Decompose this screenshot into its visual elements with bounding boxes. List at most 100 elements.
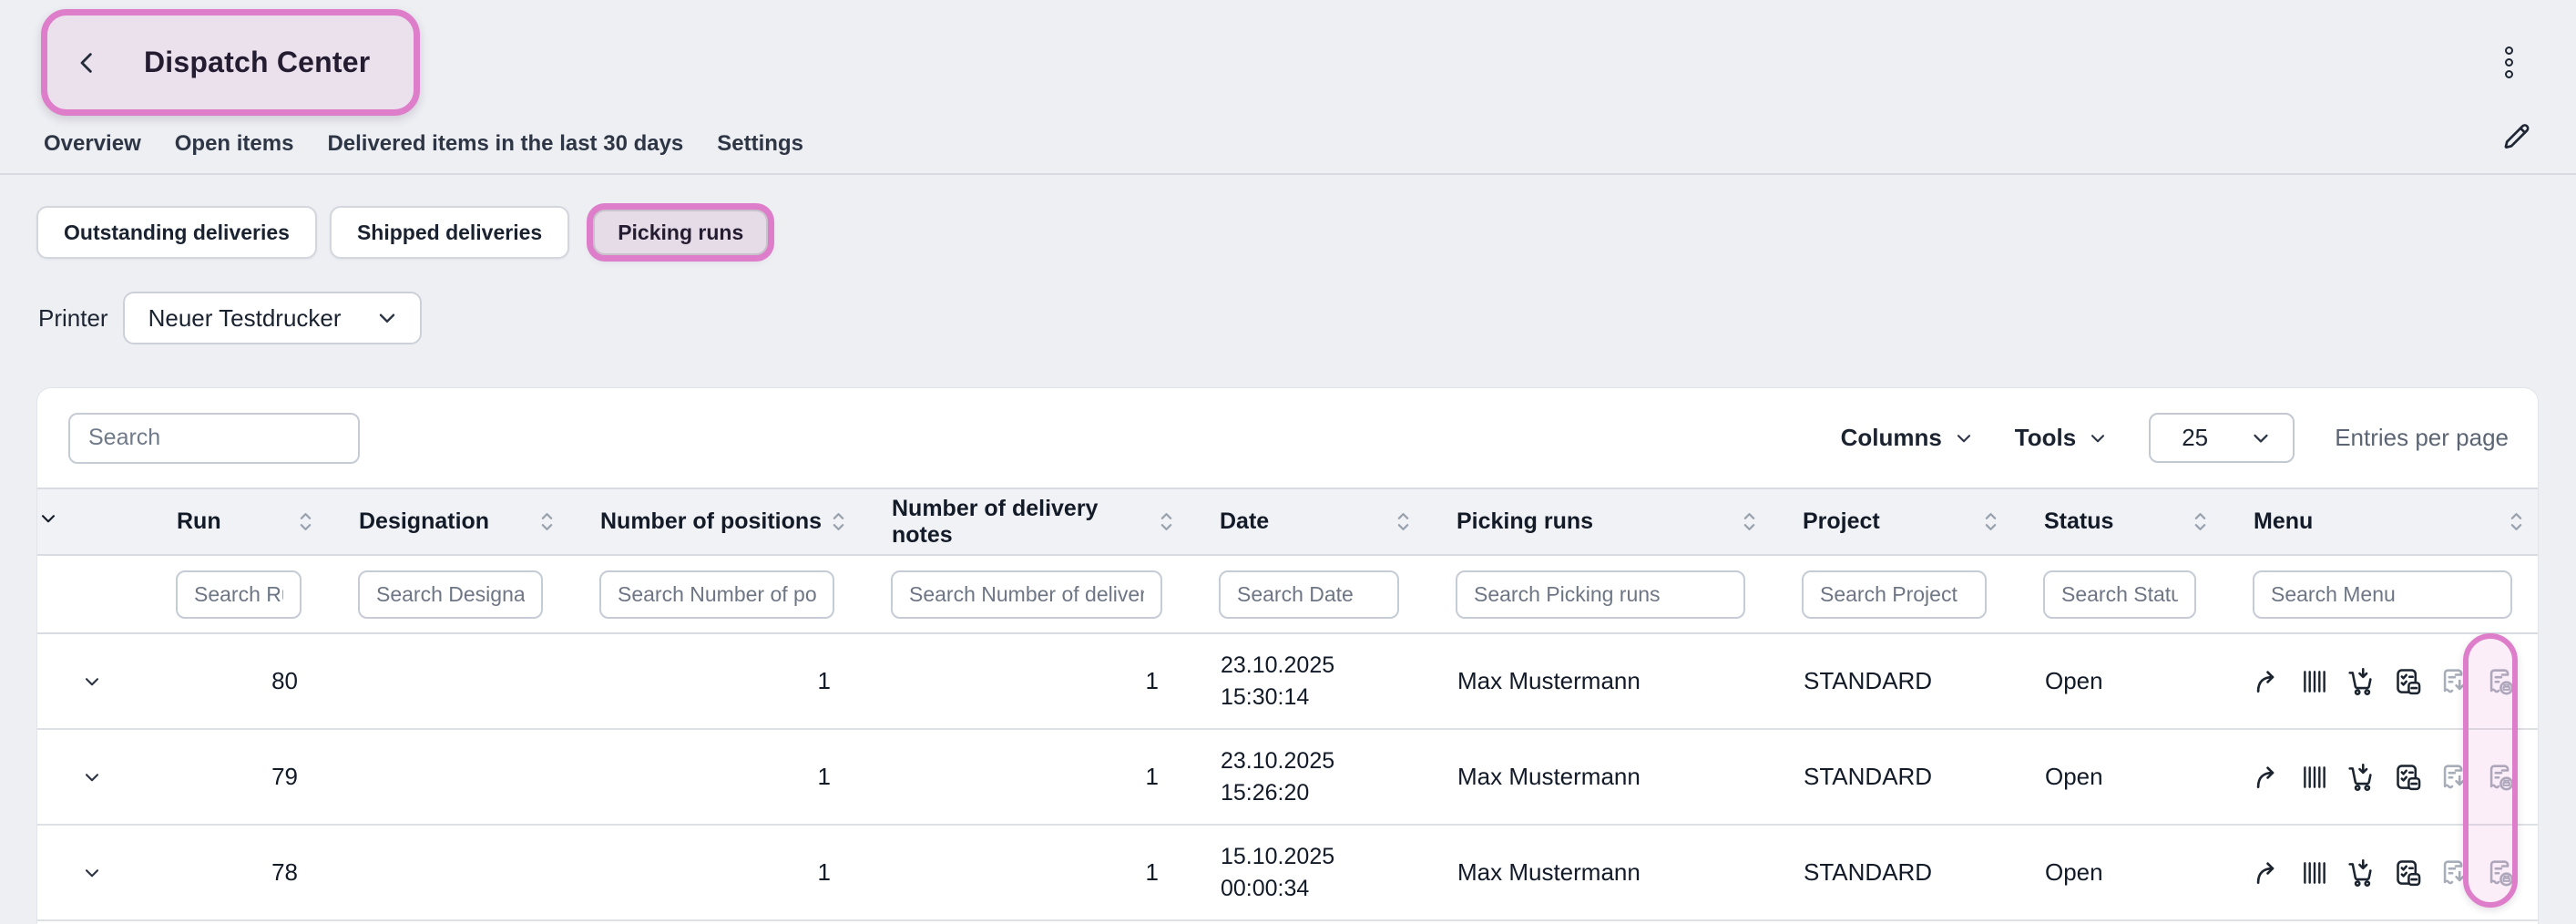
receipt-download-action-button[interactable] [2437, 856, 2471, 890]
receipt-download-action-button[interactable] [2437, 664, 2471, 699]
column-header-project[interactable]: Project [1773, 489, 2014, 555]
column-header-run[interactable]: Run [147, 489, 329, 555]
sort-icon [299, 509, 312, 534]
checklist-remove-action-button[interactable] [2390, 856, 2425, 890]
sort-icon [540, 509, 554, 534]
forward-action-button[interactable] [2251, 760, 2285, 795]
filter-designation-input[interactable] [358, 570, 543, 619]
forward-action-button[interactable] [2251, 856, 2285, 890]
cell-positions: 1 [570, 633, 862, 729]
column-header-menu[interactable]: Menu [2223, 489, 2539, 555]
chevron-down-icon [81, 766, 103, 788]
tab-bar: Overview Open items Delivered items in t… [44, 128, 803, 160]
table-toolbar: Columns Tools 25 Entries per page [37, 388, 2538, 489]
chevron-down-icon [81, 671, 103, 693]
sort-icon [1743, 509, 1756, 534]
table-toolbar-right: Columns Tools 25 Entries per page [1841, 413, 2509, 463]
picking-runs-button[interactable]: Picking runs [593, 210, 768, 255]
kebab-dot-icon [2505, 70, 2513, 78]
filter-project-input[interactable] [1802, 570, 1987, 619]
table-row: 79 1 1 23.10.2025 15:26:20 Max Musterman… [37, 729, 2539, 825]
cart-download-action-button[interactable] [2344, 664, 2378, 699]
kebab-dot-icon [2505, 46, 2513, 55]
column-header-date[interactable]: Date [1190, 489, 1426, 555]
filter-positions-input[interactable] [599, 570, 834, 619]
cell-date: 23.10.2025 15:26:20 [1190, 729, 1426, 825]
cart-download-action-button[interactable] [2344, 760, 2378, 795]
table-header-row: Run Designation Number of positions Numb… [37, 489, 2539, 555]
tab-delivered-items[interactable]: Delivered items in the last 30 days [327, 128, 683, 160]
expand-all-header[interactable] [37, 489, 147, 555]
pencil-icon [2499, 120, 2532, 153]
filter-menu-input[interactable] [2253, 570, 2512, 619]
row-actions [2251, 856, 2539, 890]
page-size-value: 25 [2182, 424, 2208, 452]
filter-date-input[interactable] [1219, 570, 1399, 619]
kebab-menu-button[interactable] [2498, 40, 2520, 84]
expand-row-button[interactable] [74, 759, 110, 796]
barcode-action-button[interactable] [2297, 760, 2332, 795]
cell-status: Open [2014, 633, 2223, 729]
filter-picking-runs-input[interactable] [1456, 570, 1745, 619]
sort-icon [2510, 509, 2523, 534]
receipt-print-icon [2485, 857, 2516, 888]
receipt-download-action-button[interactable] [2437, 760, 2471, 795]
column-header-picking-runs[interactable]: Picking runs [1426, 489, 1773, 555]
sort-icon [1160, 509, 1173, 534]
tab-overview[interactable]: Overview [44, 128, 141, 160]
filter-status-input[interactable] [2043, 570, 2196, 619]
cell-designation [329, 825, 570, 920]
columns-label: Columns [1841, 424, 1942, 452]
printer-select[interactable]: Neuer Testdrucker [123, 292, 422, 344]
cell-picking-runs: Max Mustermann [1426, 729, 1773, 825]
cell-date: 23.10.2025 15:30:14 [1190, 633, 1426, 729]
filter-run-input[interactable] [176, 570, 302, 619]
tab-settings[interactable]: Settings [717, 128, 803, 160]
column-header-positions[interactable]: Number of positions [570, 489, 862, 555]
tab-open-items[interactable]: Open items [175, 128, 294, 160]
table-filter-row [37, 555, 2539, 633]
cell-run: 78 [147, 825, 329, 920]
back-button[interactable] [67, 43, 107, 83]
cell-project: STANDARD [1773, 825, 2014, 920]
cell-picking-runs: Max Mustermann [1426, 633, 1773, 729]
search-input[interactable] [68, 413, 360, 464]
columns-dropdown-button[interactable]: Columns [1841, 424, 1975, 452]
checklist-remove-icon [2392, 857, 2423, 888]
column-header-designation[interactable]: Designation [329, 489, 570, 555]
edit-button[interactable] [2496, 117, 2536, 157]
forward-action-button[interactable] [2251, 664, 2285, 699]
cell-status: Open [2014, 729, 2223, 825]
chevron-down-icon [2249, 426, 2273, 450]
receipt-print-action-button[interactable] [2483, 664, 2518, 699]
expand-row-button[interactable] [74, 855, 110, 891]
receipt-print-icon [2485, 666, 2516, 697]
shipped-deliveries-button[interactable]: Shipped deliveries [330, 206, 569, 259]
chevron-down-icon [374, 305, 400, 331]
barcode-action-button[interactable] [2297, 856, 2332, 890]
page-size-select[interactable]: 25 [2149, 413, 2295, 463]
forward-arrow-icon [2253, 666, 2284, 697]
barcode-action-button[interactable] [2297, 664, 2332, 699]
time-value: 15:30:14 [1221, 682, 1426, 714]
column-header-status[interactable]: Status [2014, 489, 2223, 555]
outstanding-deliveries-button[interactable]: Outstanding deliveries [36, 206, 317, 259]
column-header-delivery-notes[interactable]: Number of delivery notes [862, 489, 1190, 555]
picking-runs-table-card: Columns Tools 25 Entries per page [36, 387, 2539, 924]
expand-row-button[interactable] [74, 663, 110, 700]
cart-download-action-button[interactable] [2344, 856, 2378, 890]
checklist-remove-action-button[interactable] [2390, 664, 2425, 699]
checklist-remove-action-button[interactable] [2390, 760, 2425, 795]
cell-positions: 1 [570, 729, 862, 825]
picking-runs-table: Run Designation Number of positions Numb… [37, 489, 2539, 921]
tools-dropdown-button[interactable]: Tools [2015, 424, 2109, 452]
receipt-print-action-button[interactable] [2483, 760, 2518, 795]
barcode-icon [2299, 666, 2330, 697]
filter-delivery-notes-input[interactable] [891, 570, 1162, 619]
cart-download-icon [2346, 857, 2377, 888]
cell-picking-runs: Max Mustermann [1426, 825, 1773, 920]
receipt-print-action-button[interactable] [2483, 856, 2518, 890]
checklist-remove-icon [2392, 762, 2423, 793]
cell-delivery-notes: 1 [862, 633, 1190, 729]
cell-run: 80 [147, 633, 329, 729]
